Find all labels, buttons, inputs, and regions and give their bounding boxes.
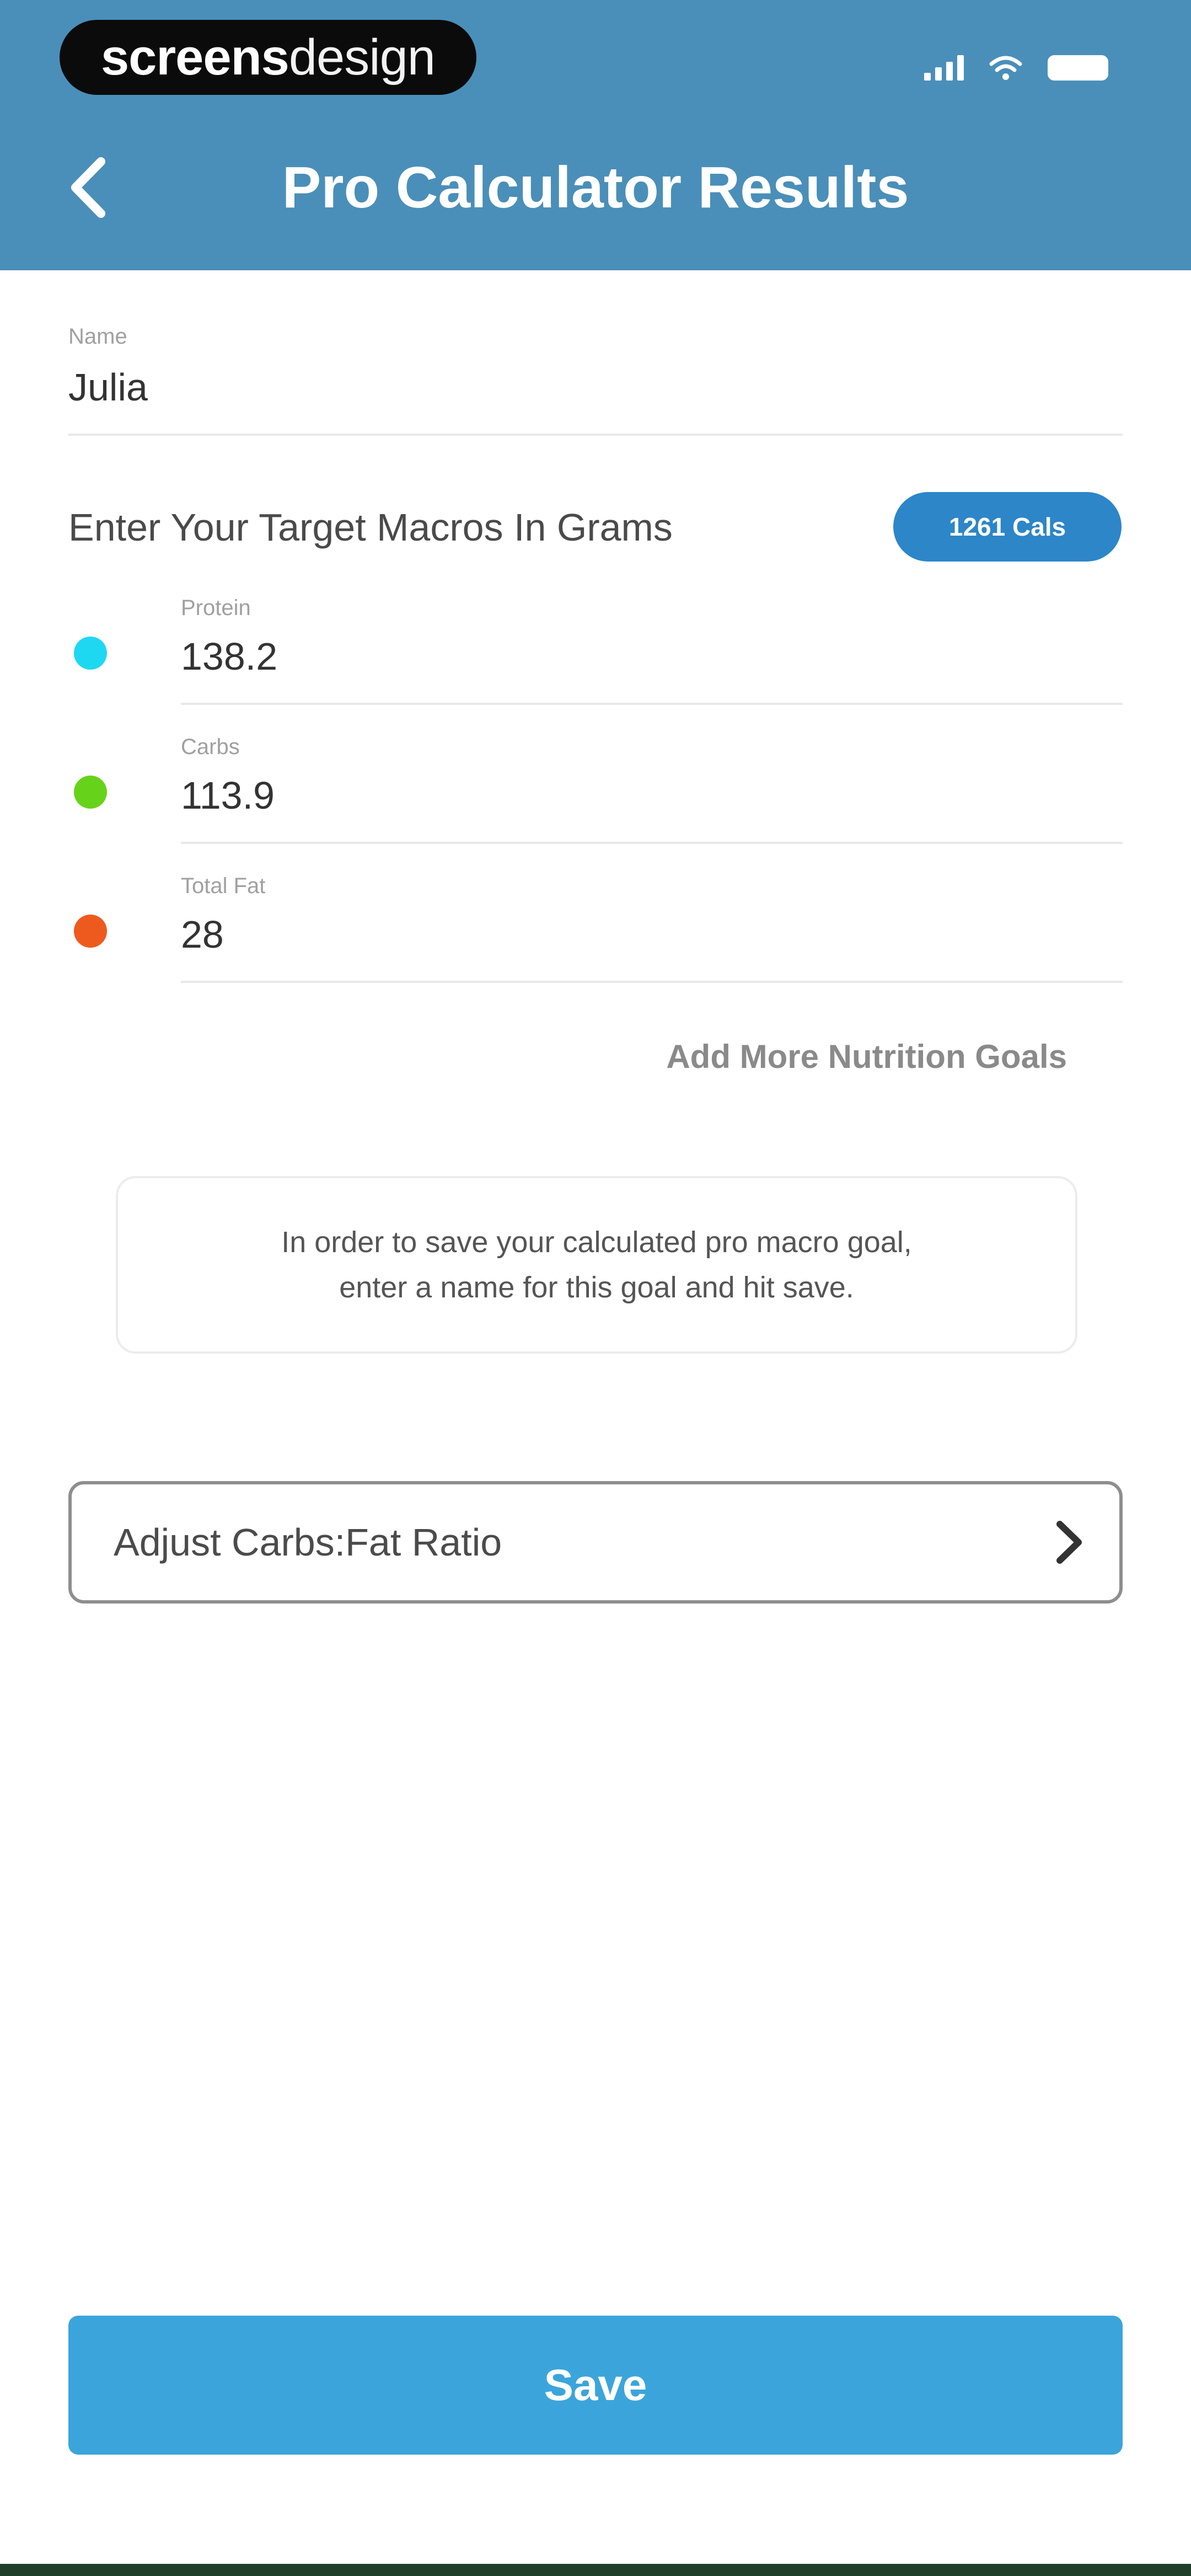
adjust-ratio-button[interactable]: Adjust Carbs:Fat Ratio bbox=[68, 1481, 1123, 1604]
signal-icon bbox=[924, 55, 964, 81]
protein-color-dot bbox=[74, 637, 107, 670]
battery-icon bbox=[1048, 55, 1108, 81]
status-bar bbox=[924, 49, 1108, 87]
carbs-label: Carbs bbox=[181, 735, 240, 759]
macros-section-title: Enter Your Target Macros In Grams bbox=[68, 506, 673, 549]
info-line-1: In order to save your calculated pro mac… bbox=[281, 1226, 912, 1259]
carbs-color-dot bbox=[74, 776, 107, 809]
watermark-part2: design bbox=[288, 29, 436, 85]
page-title: Pro Calculator Results bbox=[282, 154, 909, 220]
save-button[interactable]: Save bbox=[68, 2316, 1123, 2455]
protein-divider bbox=[181, 703, 1123, 705]
fat-label: Total Fat bbox=[181, 874, 266, 898]
info-line-2: enter a name for this goal and hit save. bbox=[339, 1271, 854, 1304]
name-field-label: Name bbox=[68, 324, 127, 349]
fat-color-dot bbox=[74, 915, 107, 948]
bottom-edge bbox=[0, 2564, 1191, 2576]
add-nutrition-goals-link[interactable]: Add More Nutrition Goals bbox=[551, 1032, 1067, 1081]
chevron-right-icon bbox=[1056, 1521, 1082, 1564]
name-divider bbox=[68, 434, 1123, 436]
fat-input[interactable]: 28 bbox=[181, 912, 224, 956]
name-input[interactable]: Julia bbox=[68, 365, 148, 409]
save-info-box: In order to save your calculated pro mac… bbox=[116, 1176, 1077, 1354]
wifi-icon bbox=[989, 56, 1022, 80]
calories-badge: 1261 Cals bbox=[893, 492, 1122, 562]
adjust-ratio-label: Adjust Carbs:Fat Ratio bbox=[114, 1521, 502, 1564]
carbs-divider bbox=[181, 842, 1123, 844]
protein-label: Protein bbox=[181, 596, 251, 620]
protein-input[interactable]: 138.2 bbox=[181, 634, 277, 678]
watermark-part1: screens bbox=[101, 29, 289, 85]
carbs-input[interactable]: 113.9 bbox=[181, 773, 275, 817]
screensdesign-watermark: screens design bbox=[60, 20, 476, 95]
fat-divider bbox=[181, 981, 1123, 983]
